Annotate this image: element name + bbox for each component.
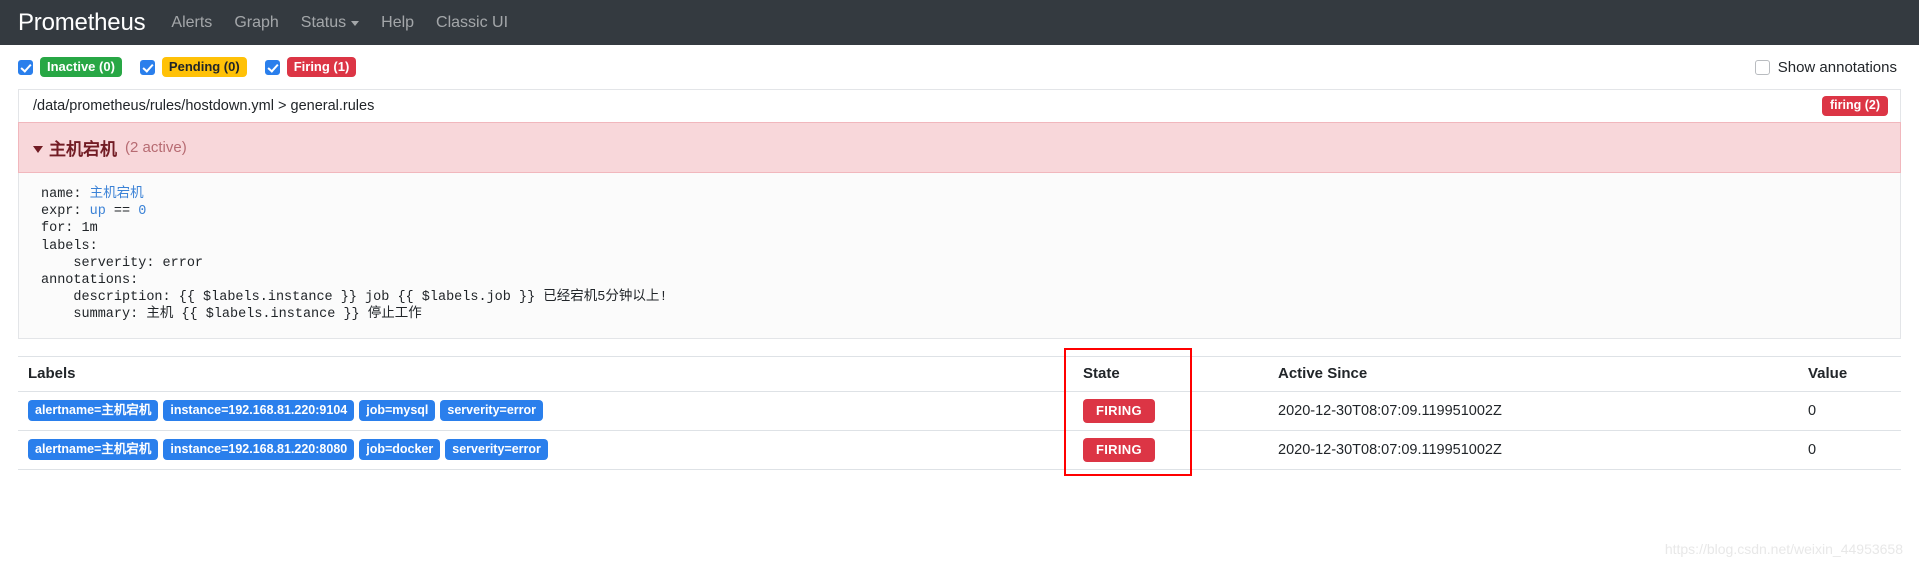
nav-link-status-label: Status [300, 13, 347, 31]
label-badge: serverity=error [445, 438, 548, 461]
alert-active-count: (2 active) [125, 139, 187, 156]
status-badge: FIRING [1083, 437, 1155, 462]
alert-state-filter-bar: Inactive (0) Pending (0) Firing (1) Show… [0, 45, 1919, 89]
alert-group-header[interactable]: 主机宕机 (2 active) [18, 122, 1901, 173]
column-header-state: State [1073, 355, 1268, 392]
group-status-badge: firing (2) [1822, 96, 1888, 116]
label-badge: serverity=error [440, 399, 544, 422]
alert-name: 主机宕机 [49, 140, 117, 159]
filter-firing-checkbox[interactable] [264, 59, 280, 75]
nav-link-help[interactable]: Help [381, 14, 414, 32]
filter-pending[interactable]: Pending (0) [139, 57, 247, 77]
filter-pending-checkbox[interactable] [139, 59, 155, 75]
watermark-text: https://blog.csdn.net/weixin_44953658 [1664, 541, 1903, 557]
nav-link-graph-label: Graph [234, 13, 279, 31]
rule-annotations-summary: summary: 主机 {{ $labels.instance }} 停止工作 [41, 307, 422, 323]
cell-active-since: 2020-12-30T08:07:09.119951002Z [1268, 391, 1798, 431]
column-header-value: Value [1798, 355, 1901, 392]
brand-logo[interactable]: Prometheus [18, 9, 146, 37]
nav-link-classic-ui-label: Classic UI [436, 13, 509, 31]
label-badge: instance=192.168.81.220:9104 [163, 399, 355, 422]
rule-labels-serverity: serverity: error [41, 255, 204, 271]
alert-group-title: 主机宕机 (2 active) [33, 135, 187, 160]
filter-firing[interactable]: Firing (1) [264, 57, 357, 77]
label-badge: instance=192.168.81.220:8080 [163, 438, 355, 461]
rule-name-link[interactable]: 主机宕机 [90, 187, 144, 202]
filter-inactive[interactable]: Inactive (0) [18, 57, 122, 77]
rule-name-key: name: [41, 187, 90, 202]
table-row: alertname=主机宕机 instance=192.168.81.220:80… [18, 430, 1901, 470]
alerts-table: Labels State Active Since Value alertnam… [18, 355, 1901, 470]
cell-state: FIRING [1073, 430, 1268, 470]
nav-link-alerts-label: Alerts [171, 13, 213, 31]
alerts-table-wrapper: Labels State Active Since Value alertnam… [18, 347, 1901, 476]
show-annotations-label: Show annotations [1777, 58, 1897, 76]
chevron-down-icon[interactable] [33, 146, 43, 153]
rule-expr-key: expr: [41, 204, 90, 220]
nav-link-help-label: Help [381, 13, 415, 31]
filter-inactive-checkbox[interactable] [18, 59, 33, 75]
rule-annotations-line: annotations: [41, 273, 139, 289]
show-annotations-toggle[interactable]: Show annotations [1754, 58, 1897, 76]
rule-expr-operator: == [105, 204, 139, 220]
cell-active-since: 2020-12-30T08:07:09.119951002Z [1268, 430, 1798, 470]
filter-inactive-label: Inactive (0) [40, 57, 122, 77]
rule-definition-block: name: 主机宕机 expr: up == 0 for: 1m labels:… [18, 173, 1901, 339]
cell-state: FIRING [1073, 391, 1268, 431]
filter-checkbox-group: Inactive (0) Pending (0) Firing (1) [18, 57, 1755, 77]
cell-value: 0 [1798, 430, 1901, 470]
nav-link-graph[interactable]: Graph [234, 14, 278, 32]
cell-value: 0 [1798, 391, 1901, 431]
rule-expr-value: 0 [138, 204, 147, 220]
rule-file-header: /data/prometheus/rules/hostdown.yml > ge… [18, 89, 1901, 122]
rule-file-path: /data/prometheus/rules/hostdown.yml > ge… [33, 98, 375, 114]
column-header-active-since: Active Since [1268, 355, 1798, 392]
rule-labels-line: labels: [41, 238, 98, 254]
main-navbar: Prometheus Alerts Graph Status Help Clas… [0, 0, 1919, 45]
status-badge: FIRING [1083, 398, 1155, 423]
rule-for-line: for: 1m [41, 221, 98, 237]
nav-link-alerts[interactable]: Alerts [171, 14, 212, 32]
table-header-row: Labels State Active Since Value [18, 355, 1901, 392]
label-badge: job=mysql [359, 399, 436, 422]
rule-group-panel: /data/prometheus/rules/hostdown.yml > ge… [18, 89, 1901, 339]
nav-link-classic-ui[interactable]: Classic UI [436, 14, 508, 32]
label-badge: job=docker [359, 438, 441, 461]
rule-annotations-description: description: {{ $labels.instance }} job … [41, 290, 668, 306]
rule-expr-metric: up [89, 204, 106, 220]
caret-down-icon [351, 21, 360, 26]
column-header-labels: Labels [18, 355, 1073, 392]
filter-pending-label: Pending (0) [161, 57, 247, 77]
label-badge: alertname=主机宕机 [28, 438, 159, 461]
filter-firing-label: Firing (1) [286, 57, 357, 77]
label-badge: alertname=主机宕机 [28, 399, 159, 422]
nav-link-status[interactable]: Status [300, 13, 360, 32]
cell-labels: alertname=主机宕机 instance=192.168.81.220:91… [18, 391, 1073, 431]
cell-labels: alertname=主机宕机 instance=192.168.81.220:80… [18, 430, 1073, 470]
table-row: alertname=主机宕机 instance=192.168.81.220:91… [18, 391, 1901, 431]
show-annotations-checkbox[interactable] [1754, 59, 1770, 75]
